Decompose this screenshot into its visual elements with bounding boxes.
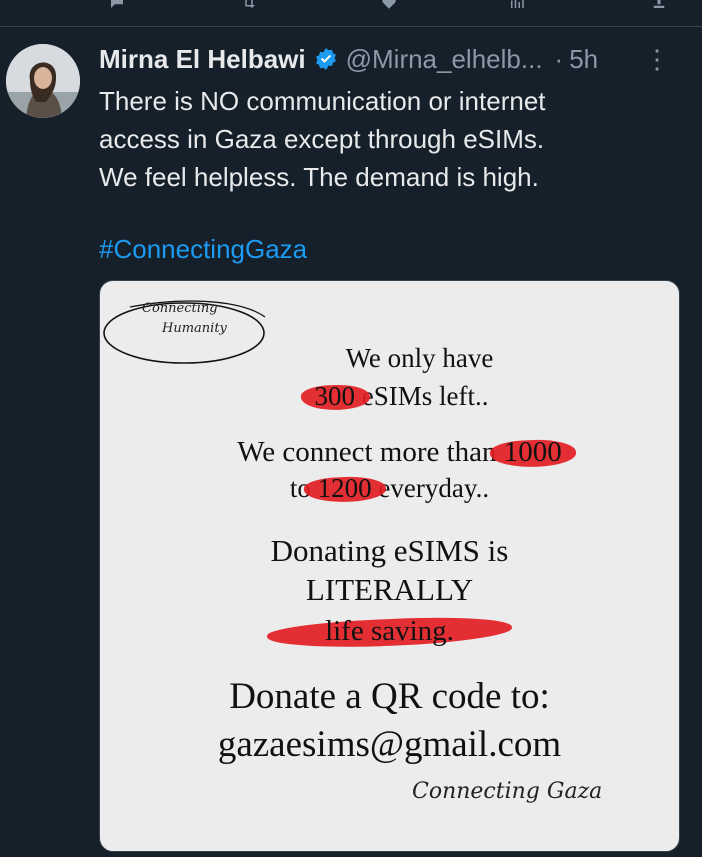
image-line: to 1200 everyday.. [289,473,490,503]
avatar[interactable] [6,44,80,118]
hashtag-link[interactable]: #ConnectingGaza [99,230,307,268]
image-line: Donating eSIMS is [270,533,509,568]
reply-icon [111,0,123,8]
views-icon [511,0,524,8]
tweet-header: Mirna El Helbawi @Mirna_elhelb... · 5h ⋮ [99,42,690,76]
red-highlight: life saving. [281,615,498,648]
tweet-text-line: There is NO communication or internet [99,86,546,116]
tweet-text-line: We feel helpless. The demand is high. [99,162,539,192]
logo-text-line1: Connecting [142,301,218,316]
retweet-icon [245,0,255,8]
author-handle[interactable]: @Mirna_elhelb... [346,42,543,76]
like-icon [382,0,396,9]
tweet-time[interactable]: 5h [569,42,598,76]
like-action[interactable] [380,0,398,12]
red-highlight: 1200 [317,473,372,503]
avatar-image [6,44,80,118]
image-line: We connect more than 1000 [237,436,562,468]
image-line: life saving. [100,615,679,648]
image-line: 300 eSIMs left.. [314,381,489,411]
red-highlight: 1000 [503,436,562,468]
retweet-action[interactable] [240,0,258,12]
more-options-icon[interactable]: ⋮ [644,44,670,74]
image-line: Donate a QR code to: [229,676,550,717]
logo-text-line2: Humanity [162,321,227,336]
tweet-text-line: access in Gaza except through eSIMs. [99,124,545,154]
views-action[interactable] [508,0,526,12]
verified-icon [315,48,336,70]
reply-action[interactable] [108,0,126,12]
author-name[interactable]: Mirna El Helbawi [99,42,306,76]
image-line: gazaesims@gmail.com [217,724,562,765]
signature: Connecting Gaza [412,779,603,804]
image-line: We only have [345,343,494,373]
image-line: LITERALLY [305,572,474,607]
separator: · [554,44,564,74]
tweet-text: There is NO communication or internet ac… [99,82,659,196]
red-highlight: 300 [314,381,356,411]
tweet-image[interactable]: Connecting Humanity We only have 300 eSI… [99,280,680,852]
share-action[interactable] [650,0,668,12]
share-icon [653,0,665,8]
previous-tweet-actions [0,0,702,27]
